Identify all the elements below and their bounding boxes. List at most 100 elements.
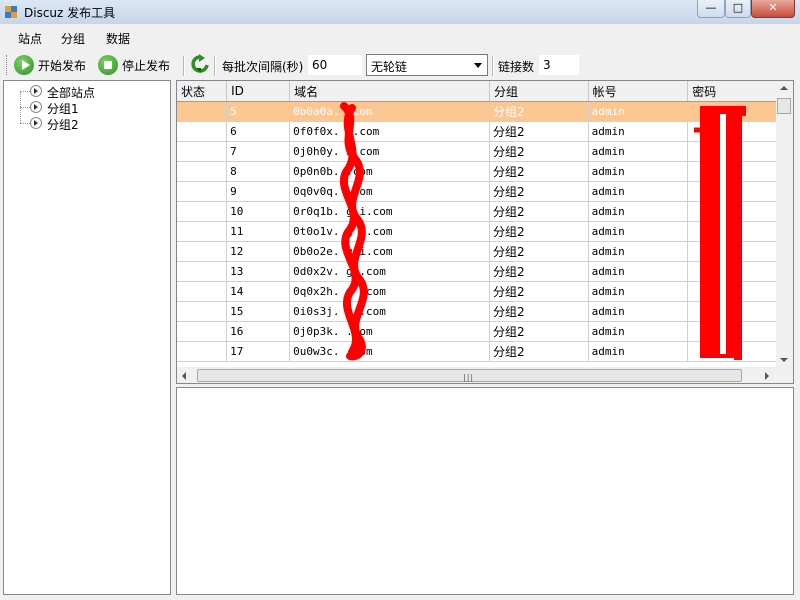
column-header-id[interactable]: ID — [226, 81, 291, 102]
table-row[interactable]: 8 0p0n0b. .com 分组2 admin — [177, 161, 777, 182]
cell-id[interactable]: 16 — [226, 321, 291, 342]
scroll-up-icon[interactable] — [780, 86, 788, 90]
cell-status[interactable] — [177, 341, 228, 362]
cell-status[interactable] — [177, 201, 228, 222]
table-row[interactable]: 11 0t0o1v. g i.com 分组2 admin — [177, 221, 777, 242]
table-row[interactable]: 9 0q0v0q. .com 分组2 admin — [177, 181, 777, 202]
cell-domain[interactable]: 0b0a0a. .com — [289, 101, 490, 122]
refresh-icon[interactable] — [190, 54, 210, 76]
cell-status[interactable] — [177, 161, 228, 182]
cell-domain[interactable]: 0j0h0y. i.com — [289, 141, 490, 162]
cell-account[interactable]: admin — [588, 301, 689, 322]
stop-publish-button[interactable]: 停止发布 — [98, 54, 170, 76]
menu-item-sites[interactable]: 站点 — [18, 30, 42, 47]
cell-account[interactable]: admin — [588, 341, 689, 362]
table-row[interactable]: 7 0j0h0y. i.com 分组2 admin — [177, 141, 777, 162]
chain-select[interactable]: 无轮链 — [366, 54, 488, 76]
cell-account[interactable]: admin — [588, 261, 689, 282]
cell-id[interactable]: 8 — [226, 161, 291, 182]
cell-status[interactable] — [177, 301, 228, 322]
cell-id[interactable]: 15 — [226, 301, 291, 322]
tree-expander-icon[interactable] — [30, 101, 42, 113]
cell-account[interactable]: admin — [588, 221, 689, 242]
cell-group[interactable]: 分组2 — [489, 201, 589, 222]
cell-domain[interactable]: 0u0w3c. .com — [289, 341, 490, 362]
cell-domain[interactable]: 0r0q1b. g i.com — [289, 201, 490, 222]
cell-account[interactable]: admin — [588, 161, 689, 182]
scroll-thumb[interactable] — [777, 98, 791, 114]
tree-expander-icon[interactable] — [30, 117, 42, 129]
cell-account[interactable]: admin — [588, 281, 689, 302]
table-row[interactable]: 10 0r0q1b. g i.com 分组2 admin — [177, 201, 777, 222]
cell-status[interactable] — [177, 221, 228, 242]
column-header-status[interactable]: 状态 — [177, 81, 228, 102]
tree-node-group1[interactable]: 分组1 — [47, 100, 79, 117]
column-header-group[interactable]: 分组 — [489, 81, 589, 102]
cell-id[interactable]: 7 — [226, 141, 291, 162]
cell-domain[interactable]: 0b0o2e. g i.com — [289, 241, 490, 262]
cell-account[interactable]: admin — [588, 201, 689, 222]
table-row[interactable]: 13 0d0x2v. g .com 分组2 admin — [177, 261, 777, 282]
cell-group[interactable]: 分组2 — [489, 141, 589, 162]
scroll-down-icon[interactable] — [780, 358, 788, 362]
cell-status[interactable] — [177, 241, 228, 262]
cell-group[interactable]: 分组2 — [489, 101, 589, 122]
column-header-domain[interactable]: 域名 — [289, 81, 490, 102]
cell-domain[interactable]: 0q0v0q. .com — [289, 181, 490, 202]
dropdown-button[interactable] — [469, 55, 487, 75]
cell-account[interactable]: admin — [588, 121, 689, 142]
log-output[interactable] — [176, 387, 794, 595]
cell-id[interactable]: 12 — [226, 241, 291, 262]
cell-account[interactable]: admin — [588, 181, 689, 202]
cell-id[interactable]: 11 — [226, 221, 291, 242]
table-row[interactable]: 5 0b0a0a. .com 分组2 admin — [177, 101, 777, 122]
scroll-thumb[interactable]: ||| — [197, 369, 742, 382]
tree-node-group2[interactable]: 分组2 — [47, 116, 79, 133]
cell-domain[interactable]: 0f0f0x. i.com — [289, 121, 490, 142]
table-row[interactable]: 14 0q0x2h. g .com 分组2 admin — [177, 281, 777, 302]
link-count-input[interactable]: 3 — [539, 55, 579, 75]
cell-group[interactable]: 分组2 — [489, 281, 589, 302]
tree-expander-icon[interactable] — [30, 85, 42, 97]
site-tree[interactable]: 全部站点 分组1 分组2 — [3, 80, 171, 595]
cell-status[interactable] — [177, 261, 228, 282]
cell-group[interactable]: 分组2 — [489, 321, 589, 342]
cell-domain[interactable]: 0p0n0b. .com — [289, 161, 490, 182]
table-row[interactable]: 17 0u0w3c. .com 分组2 admin — [177, 341, 777, 362]
cell-group[interactable]: 分组2 — [489, 161, 589, 182]
cell-group[interactable]: 分组2 — [489, 301, 589, 322]
cell-id[interactable]: 13 — [226, 261, 291, 282]
cell-group[interactable]: 分组2 — [489, 221, 589, 242]
cell-status[interactable] — [177, 141, 228, 162]
title-bar[interactable]: Discuz 发布工具 — □ ✕ — [0, 0, 800, 24]
scroll-right-icon[interactable] — [765, 372, 769, 380]
table-row[interactable]: 16 0j0p3k. .com 分组2 admin — [177, 321, 777, 342]
cell-domain[interactable]: 0q0x2h. g .com — [289, 281, 490, 302]
cell-account[interactable]: admin — [588, 321, 689, 342]
cell-domain[interactable]: 0d0x2v. g .com — [289, 261, 490, 282]
cell-account[interactable]: admin — [588, 141, 689, 162]
cell-group[interactable]: 分组2 — [489, 121, 589, 142]
menu-item-groups[interactable]: 分组 — [61, 30, 85, 47]
interval-input[interactable]: 60 — [308, 55, 362, 75]
table-row[interactable]: 6 0f0f0x. i.com 分组2 admin — [177, 121, 777, 142]
table-row[interactable]: 12 0b0o2e. g i.com 分组2 admin — [177, 241, 777, 262]
cell-id[interactable]: 6 — [226, 121, 291, 142]
cell-domain[interactable]: 0t0o1v. g i.com — [289, 221, 490, 242]
cell-account[interactable]: admin — [588, 101, 689, 122]
cell-account[interactable]: admin — [588, 241, 689, 262]
scroll-left-icon[interactable] — [182, 372, 186, 380]
cell-id[interactable]: 17 — [226, 341, 291, 362]
cell-status[interactable] — [177, 101, 228, 122]
cell-id[interactable]: 10 — [226, 201, 291, 222]
cell-id[interactable]: 5 — [226, 101, 291, 122]
table-row[interactable]: 15 0i0s3j. g .com 分组2 admin — [177, 301, 777, 322]
cell-domain[interactable]: 0i0s3j. g .com — [289, 301, 490, 322]
cell-status[interactable] — [177, 321, 228, 342]
cell-id[interactable]: 9 — [226, 181, 291, 202]
vertical-scrollbar[interactable] — [776, 81, 793, 367]
cell-group[interactable]: 分组2 — [489, 341, 589, 362]
cell-status[interactable] — [177, 281, 228, 302]
cell-status[interactable] — [177, 121, 228, 142]
cell-id[interactable]: 14 — [226, 281, 291, 302]
